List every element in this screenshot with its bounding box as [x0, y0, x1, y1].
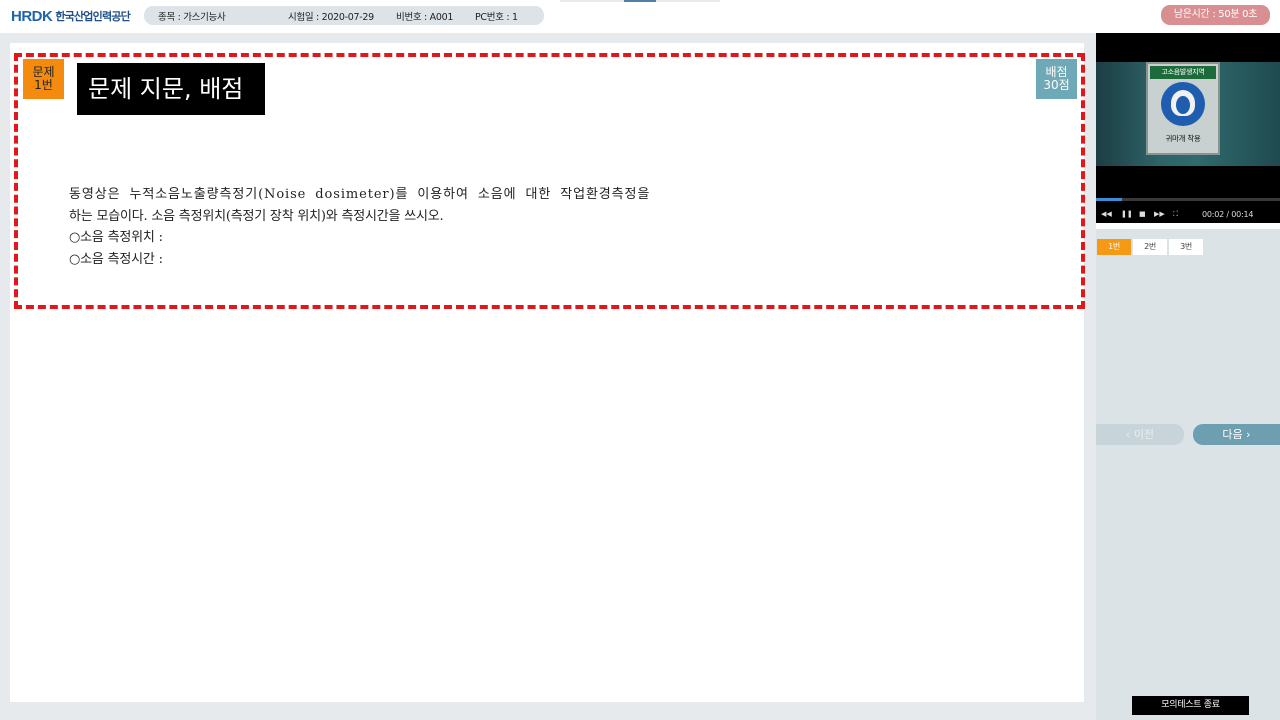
- sign-title: 고소음발생지역: [1150, 66, 1216, 79]
- ear-protection-icon: [1161, 82, 1205, 126]
- seat-number-label: 비번호 : A001: [396, 12, 454, 23]
- remaining-time-badge: 남은시간 : 50분 0초: [1161, 5, 1270, 25]
- tab-question-3[interactable]: 3번: [1169, 239, 1203, 255]
- video-time: 00:02 / 00:14: [1202, 210, 1254, 219]
- tab-question-2[interactable]: 2번: [1133, 239, 1167, 255]
- question-line: 하는 모습이다. 소음 측정위치(측정기 장착 위치)와 측정시간을 쓰시오.: [69, 208, 444, 224]
- noise-area-sign: 고소음발생지역 귀마개 착용: [1146, 62, 1220, 155]
- video-progress-bar[interactable]: [1096, 198, 1280, 201]
- video-progress-fill: [1096, 198, 1122, 201]
- question-number-badge: 문제 1번: [23, 59, 64, 99]
- fullscreen-icon[interactable]: ⛶: [1173, 210, 1178, 219]
- top-tab-indicator: [624, 0, 656, 2]
- logo-brand: HRDK: [11, 7, 53, 25]
- question-tabs: 1번 2번 3번: [1097, 239, 1203, 255]
- answer-line-time: ○소음 측정시간 :: [69, 251, 163, 267]
- sign-caption: 귀마개 착용: [1165, 134, 1201, 143]
- top-header: HRDK 한국산업인력공단 종목 : 가스기능사 시험일 : 2020-07-2…: [0, 0, 1280, 33]
- exam-date-label: 시험일 : 2020-07-29: [288, 12, 374, 23]
- video-frame: 고소음발생지역 귀마개 착용: [1096, 62, 1280, 166]
- subject-label: 종목 : 가스기능사: [158, 12, 226, 23]
- exam-info-bar: 종목 : 가스기능사 시험일 : 2020-07-29 비번호 : A001 P…: [144, 6, 544, 25]
- divider: [1096, 223, 1280, 229]
- pc-number-label: PC번호 : 1: [475, 12, 518, 23]
- question-text: 동영상은 누적소음노출량측정기(Noise dosimeter)를 이용하여 소…: [69, 184, 669, 270]
- prev-button[interactable]: ‹ 이전: [1096, 424, 1184, 445]
- rewind-icon[interactable]: ◀◀: [1101, 210, 1112, 218]
- video-controls: ◀◀ ❚❚ ■ ▶▶ ⛶ 00:02 / 00:14: [1096, 207, 1280, 223]
- stop-icon[interactable]: ■: [1139, 210, 1146, 218]
- next-button[interactable]: 다음 ›: [1193, 424, 1280, 445]
- pause-icon[interactable]: ❚❚: [1121, 210, 1133, 218]
- tab-question-1[interactable]: 1번: [1097, 239, 1131, 255]
- points-value: 30점: [1043, 78, 1070, 92]
- hrdk-logo: HRDK 한국산업인력공단: [11, 7, 131, 25]
- annotation-label: 문제 지문, 배점: [77, 63, 265, 115]
- end-test-button[interactable]: 모의테스트 종료: [1132, 696, 1249, 715]
- question-points-badge: 배점 30점: [1036, 59, 1077, 99]
- answer-line-position: ○소음 측정위치 :: [69, 230, 163, 245]
- question-number-value: 1번: [34, 78, 53, 92]
- logo-org-name: 한국산업인력공단: [55, 10, 130, 23]
- question-line: 동영상은 누적소음노출량측정기(Noise dosimeter)를 이용하여 소…: [69, 187, 651, 202]
- fast-forward-icon[interactable]: ▶▶: [1154, 210, 1165, 218]
- top-tab-strip: [560, 0, 720, 2]
